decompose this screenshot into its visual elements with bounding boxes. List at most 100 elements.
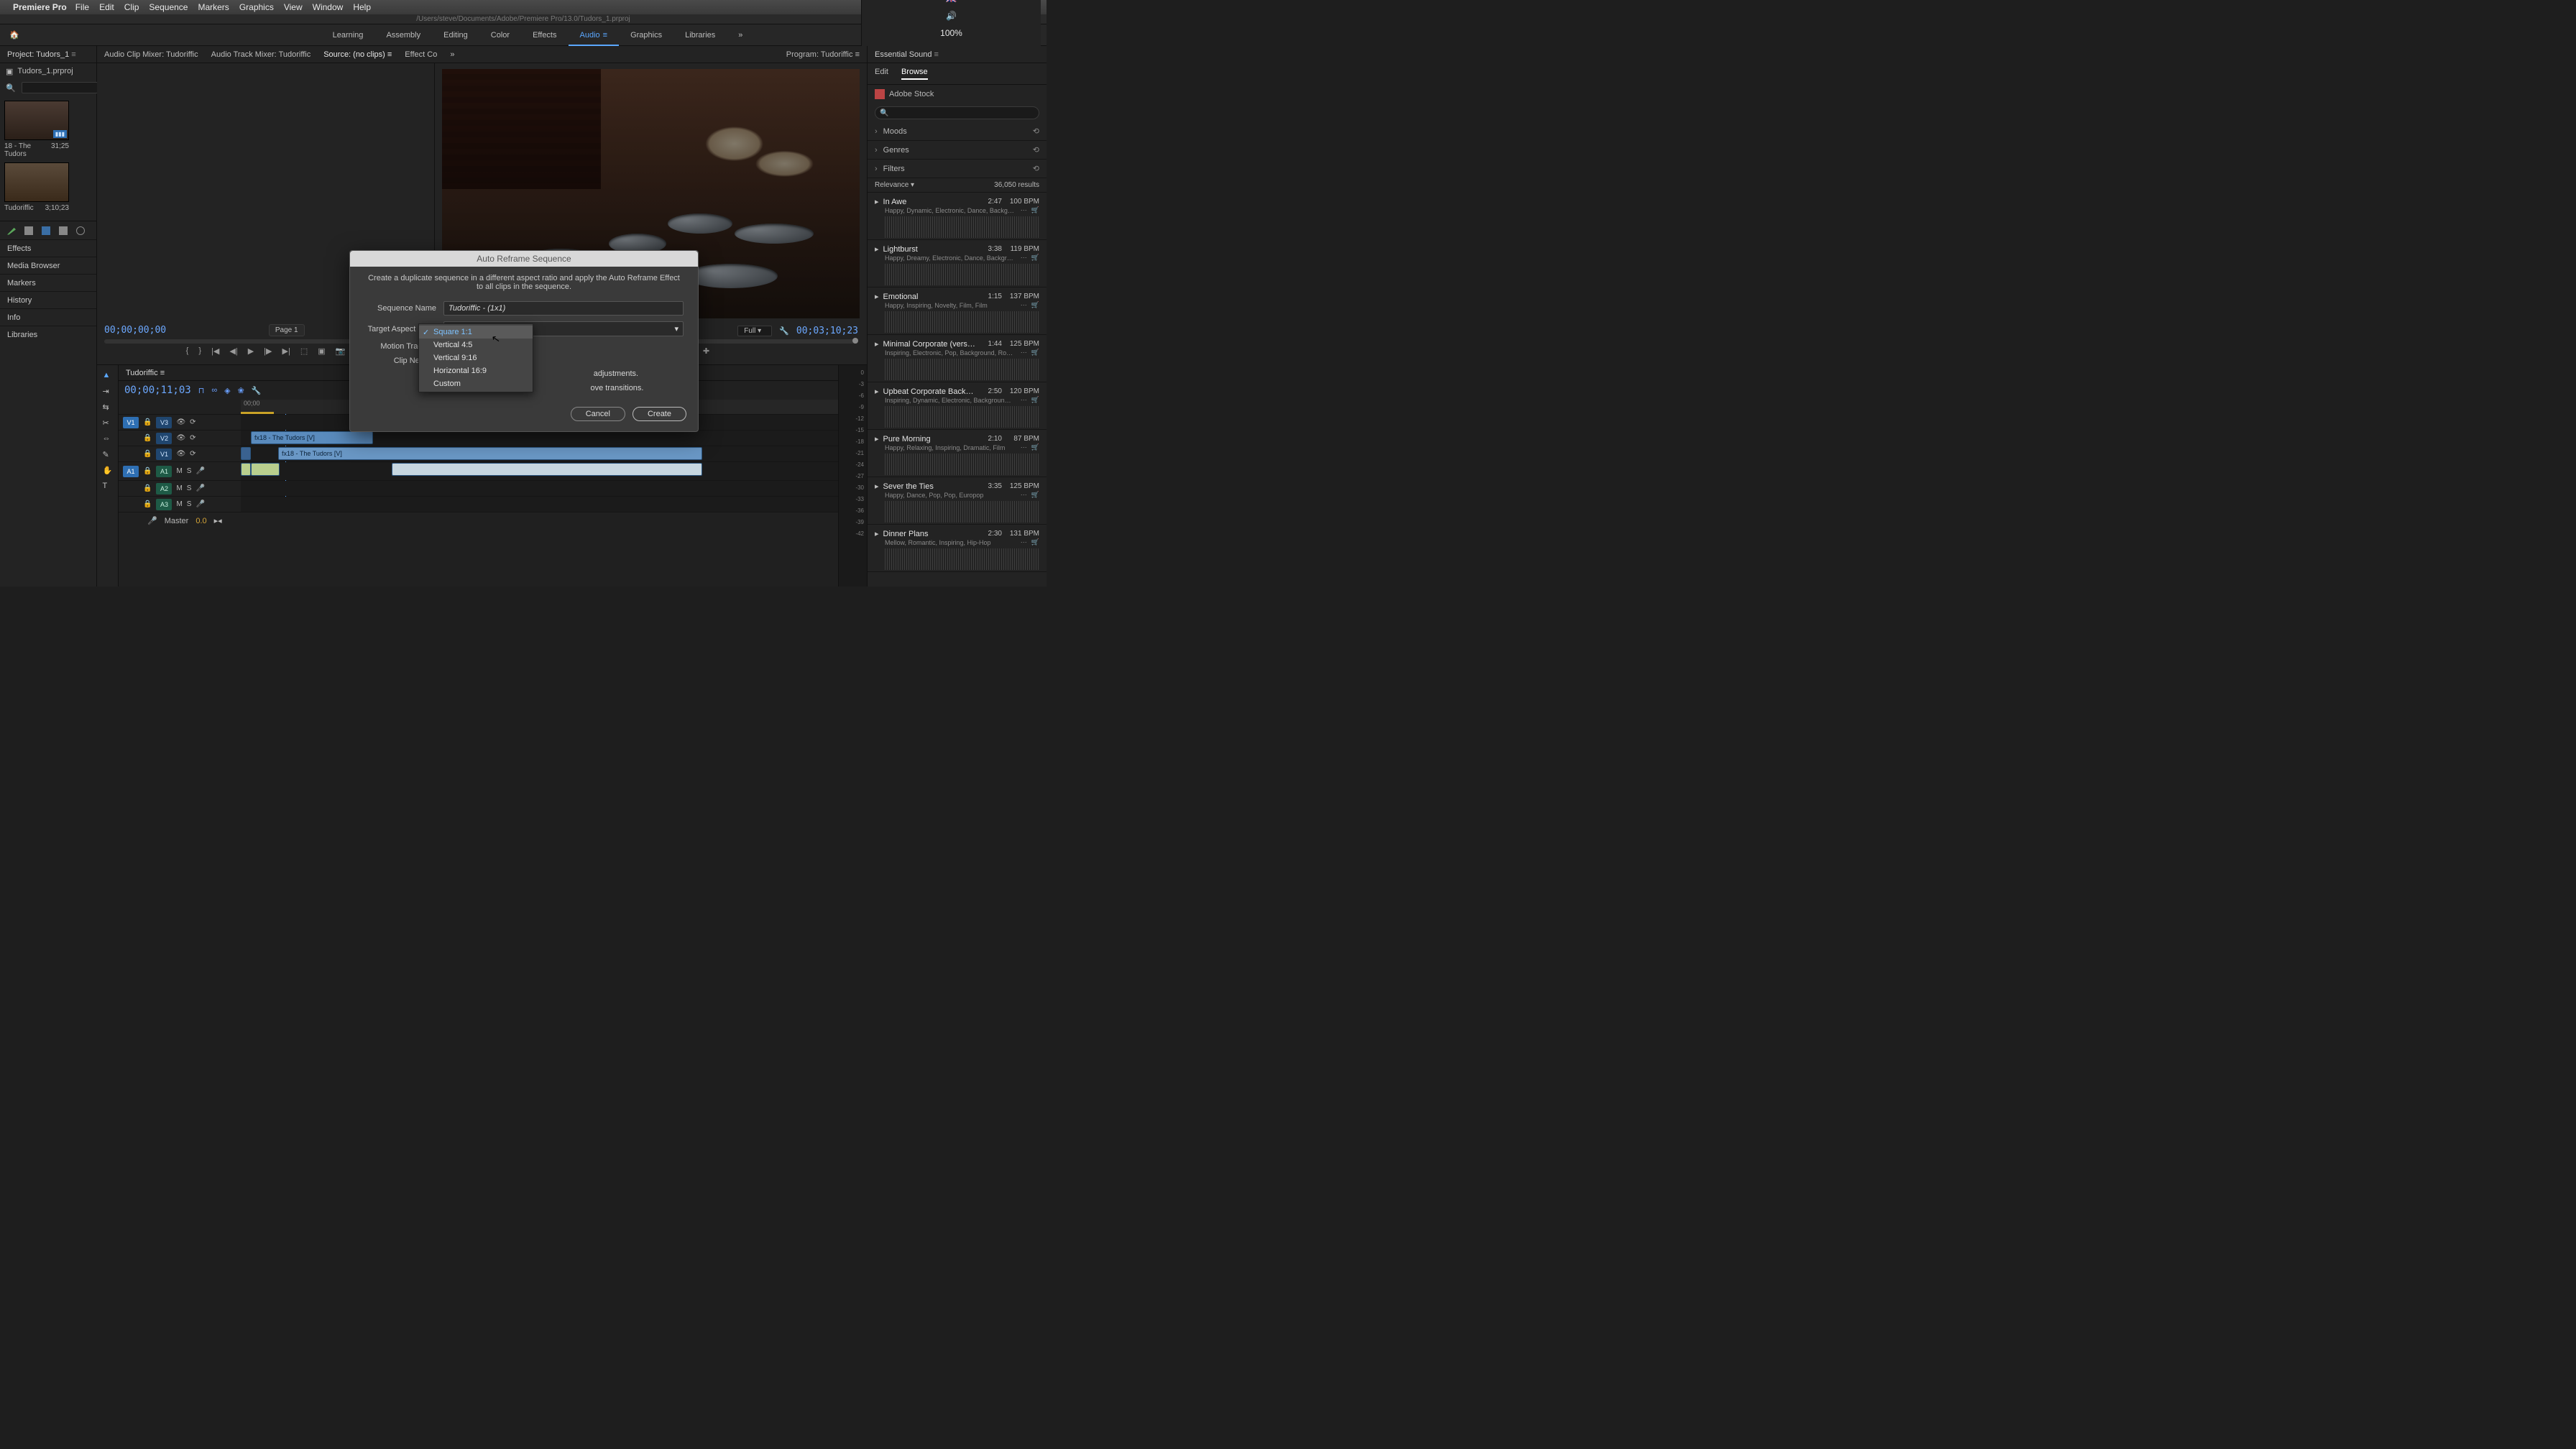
option-horizontal-169[interactable]: Horizontal 16:9 xyxy=(419,364,533,377)
menu-file[interactable]: File xyxy=(75,2,89,12)
audio-clip[interactable] xyxy=(392,463,702,476)
pen-tool-icon[interactable]: ✎ xyxy=(103,450,113,460)
zoom-icon[interactable] xyxy=(76,226,85,235)
cart-icon[interactable]: 🛒 xyxy=(1031,349,1039,356)
panel-info[interactable]: Info xyxy=(0,308,96,326)
flag-icon[interactable]: 🇬🇧 xyxy=(946,0,957,4)
home-button[interactable]: 🏠 xyxy=(0,30,29,40)
project-panel-tab[interactable]: Project: Tudors_1 xyxy=(0,46,96,63)
workspace-color[interactable]: Color xyxy=(479,24,521,46)
lock-icon[interactable]: 🔒 xyxy=(143,500,152,508)
step-back-icon[interactable]: ◀| xyxy=(229,346,237,356)
panel-libraries[interactable]: Libraries xyxy=(0,326,96,343)
more-icon[interactable]: ⋯ xyxy=(1021,349,1027,356)
stock-result[interactable]: ▸ Dinner Plans 2:30 131 BPM Mellow, Roma… xyxy=(868,525,1046,572)
create-button[interactable]: Create xyxy=(632,407,686,421)
eye-icon[interactable]: 👁 xyxy=(176,450,185,458)
workspace-libraries[interactable]: Libraries xyxy=(673,24,727,46)
video-clip[interactable]: fx 18 - The Tudors [V] xyxy=(251,431,373,444)
play-icon[interactable]: ▶ xyxy=(248,346,254,356)
program-resolution[interactable]: Full ▾ xyxy=(737,326,772,336)
volume-icon[interactable]: 🔊 xyxy=(946,11,957,21)
option-vertical-916[interactable]: Vertical 9:16 xyxy=(419,351,533,364)
target-a1[interactable]: A1 xyxy=(156,466,172,477)
workspace-overflow[interactable]: » xyxy=(727,24,754,46)
video-clip[interactable]: fx 18 - The Tudors [V] xyxy=(278,447,702,460)
link-icon[interactable]: ∞ xyxy=(211,386,217,395)
sync-lock-icon[interactable]: ⟳ xyxy=(190,434,196,442)
target-a3[interactable]: A3 xyxy=(156,499,172,510)
menu-graphics[interactable]: Graphics xyxy=(239,2,274,12)
more-icon[interactable]: ⋯ xyxy=(1021,254,1027,262)
workspace-graphics[interactable]: Graphics xyxy=(619,24,673,46)
cart-icon[interactable]: 🛒 xyxy=(1031,396,1039,404)
cart-icon[interactable]: 🛒 xyxy=(1031,491,1039,499)
wrench-icon[interactable]: 🔧 xyxy=(779,326,789,336)
track-select-icon[interactable]: ⇥ xyxy=(103,387,113,397)
wrench-icon[interactable]: 🔧 xyxy=(252,386,262,395)
essential-sound-tab[interactable]: Essential Sound xyxy=(868,46,1046,63)
facet-filters[interactable]: ›Filters⟲ xyxy=(868,160,1046,178)
sync-lock-icon[interactable]: ⟳ xyxy=(190,418,196,426)
more-icon[interactable]: ⋯ xyxy=(1021,206,1027,214)
target-v1[interactable]: V1 xyxy=(156,448,172,460)
insert-icon[interactable]: ⬚ xyxy=(300,346,308,356)
cancel-button[interactable]: Cancel xyxy=(571,407,625,421)
mic-icon[interactable]: 🎤 xyxy=(147,516,157,525)
stock-result[interactable]: ▸ Lightburst 3:38 119 BPM Happy, Dreamy,… xyxy=(868,240,1046,288)
eye-icon[interactable]: 👁 xyxy=(176,434,185,442)
go-out-icon[interactable]: ▶| xyxy=(282,346,290,356)
target-a2[interactable]: A2 xyxy=(156,483,172,494)
menu-edit[interactable]: Edit xyxy=(99,2,114,12)
program-tab[interactable]: Program: Tudoriffic ≡ xyxy=(786,50,867,59)
sort-dropdown[interactable]: Relevance ▾ xyxy=(875,181,914,189)
step-fwd-icon[interactable]: |▶ xyxy=(264,346,272,356)
ripple-icon[interactable]: ⇆ xyxy=(103,402,113,413)
menu-sequence[interactable]: Sequence xyxy=(149,2,188,12)
pen-icon[interactable] xyxy=(7,226,16,235)
more-icon[interactable]: ⋯ xyxy=(1021,538,1027,546)
cart-icon[interactable]: 🛒 xyxy=(1031,254,1039,262)
audio-clip[interactable] xyxy=(241,463,251,476)
waveform[interactable] xyxy=(885,264,1039,285)
go-in-icon[interactable]: |◀ xyxy=(211,346,219,356)
source-patch-v1[interactable]: V1 xyxy=(123,417,139,428)
mark-out-icon[interactable]: } xyxy=(198,346,201,356)
more-icon[interactable]: ⋯ xyxy=(1021,443,1027,451)
play-icon[interactable]: ▸ xyxy=(875,197,879,206)
play-icon[interactable]: ▸ xyxy=(875,387,879,396)
more-icon[interactable]: ⋯ xyxy=(1021,396,1027,404)
waveform[interactable] xyxy=(885,454,1039,475)
tab-audio-track-mixer[interactable]: Audio Track Mixer: Tudoriffic xyxy=(211,50,311,59)
source-page[interactable]: Page 1 xyxy=(269,324,305,336)
play-icon[interactable]: ▸ xyxy=(875,292,879,301)
menu-window[interactable]: Window xyxy=(313,2,344,12)
sync-lock-icon[interactable]: ⟳ xyxy=(190,450,196,458)
play-icon[interactable]: ▸ xyxy=(875,529,879,538)
option-custom[interactable]: Custom xyxy=(419,377,533,390)
lock-icon[interactable]: 🔒 xyxy=(143,450,152,458)
panel-effects[interactable]: Effects xyxy=(0,239,96,257)
tab-audio-clip-mixer[interactable]: Audio Clip Mixer: Tudoriffic xyxy=(104,50,198,59)
lock-icon[interactable]: 🔒 xyxy=(143,418,152,426)
cart-icon[interactable]: 🛒 xyxy=(1031,301,1039,309)
waveform[interactable] xyxy=(885,216,1039,238)
lock-icon[interactable]: 🔒 xyxy=(143,484,152,492)
option-square[interactable]: Square 1:1 xyxy=(419,326,533,339)
menu-clip[interactable]: Clip xyxy=(124,2,139,12)
waveform[interactable] xyxy=(885,548,1039,570)
stock-result[interactable]: ▸ Minimal Corporate (version5) 1:44 125 … xyxy=(868,335,1046,382)
stock-search-input[interactable]: 🔍 xyxy=(875,106,1039,119)
menu-help[interactable]: Help xyxy=(353,2,371,12)
facet-genres[interactable]: ›Genres⟲ xyxy=(868,141,1046,160)
more-icon[interactable]: ⋯ xyxy=(1021,491,1027,499)
play-icon[interactable]: ▸ xyxy=(875,244,879,254)
facet-moods[interactable]: ›Moods⟲ xyxy=(868,122,1046,141)
mark-in-icon[interactable]: { xyxy=(186,346,189,356)
master-value[interactable]: 0.0 xyxy=(196,517,206,525)
stock-result[interactable]: ▸ Upbeat Corporate Background Music 2:50… xyxy=(868,382,1046,430)
button-editor-icon[interactable]: ✚ xyxy=(703,346,709,356)
program-timecode[interactable]: 00;03;10;23 xyxy=(796,326,858,336)
app-name[interactable]: Premiere Pro xyxy=(13,2,67,12)
selection-tool-icon[interactable]: ▲ xyxy=(103,371,113,381)
